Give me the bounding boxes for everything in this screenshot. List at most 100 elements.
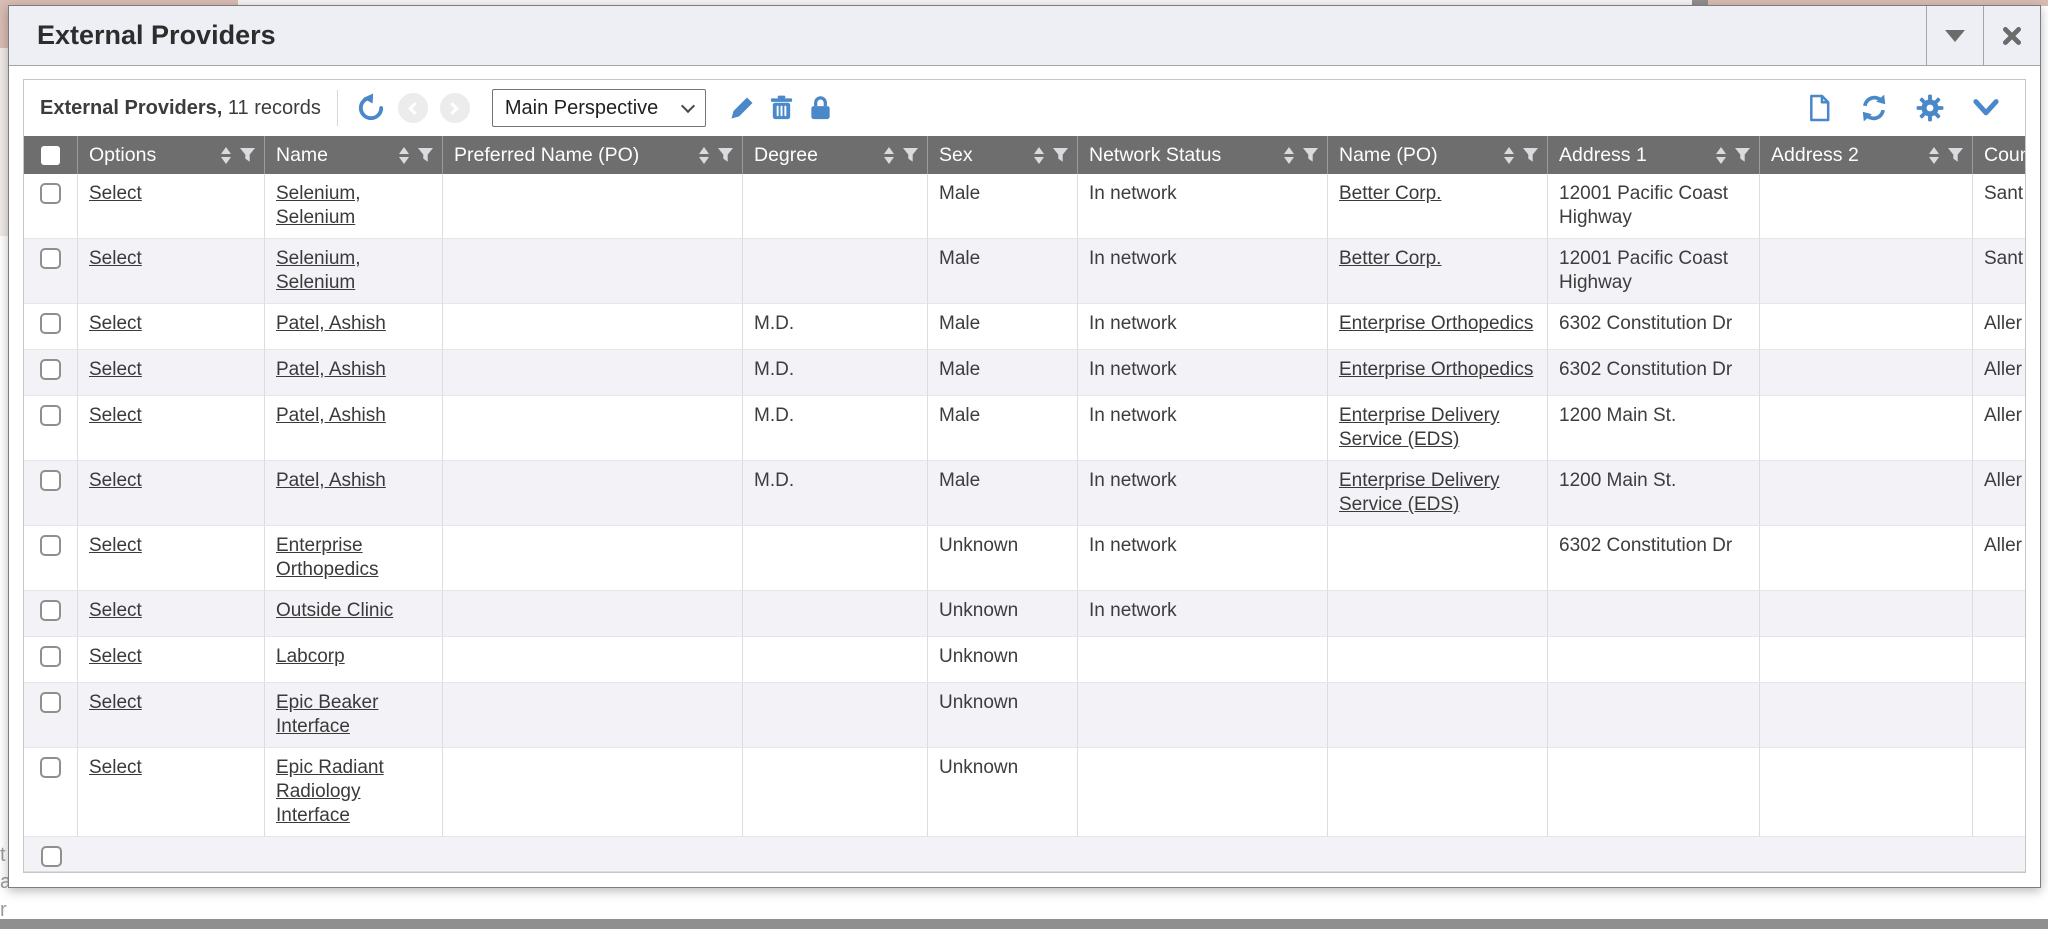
name-link[interactable]: Selenium, Selenium [276,183,361,228]
options-link[interactable]: Select [89,359,142,380]
name-link[interactable]: Outside Clinic [276,600,393,621]
row-checkbox[interactable] [40,470,61,491]
options-link[interactable]: Select [89,470,142,491]
dialog-body: External Providers, 11 records Main Pe [9,66,2040,888]
row-checkbox[interactable] [40,600,61,621]
delete-icon[interactable] [768,94,795,122]
sort-icon[interactable] [1034,147,1044,164]
filter-icon[interactable] [1734,147,1751,163]
filter-icon[interactable] [239,147,256,163]
col-header-address_2[interactable]: Address 2 [1760,136,1973,174]
cell-network_status [1078,683,1328,748]
expand-chevron-icon[interactable] [1971,95,2001,121]
options-link[interactable]: Select [89,535,142,556]
refresh-icon[interactable] [1859,93,1889,123]
name-link[interactable]: Labcorp [276,646,345,667]
cell-name_po [1328,591,1548,637]
name_po-link[interactable]: Enterprise Delivery Service (EDS) [1339,405,1500,450]
cell-network_status: In network [1078,396,1328,461]
col-header-name_po[interactable]: Name (PO) [1328,136,1548,174]
name_po-link[interactable]: Better Corp. [1339,248,1441,269]
filter-icon[interactable] [417,147,434,163]
cell-address_1: 6302 Constitution Dr [1548,350,1760,396]
settings-gear-icon[interactable] [1915,93,1945,123]
name_po-link[interactable]: Enterprise Orthopedics [1339,313,1533,334]
collapse-button[interactable] [1926,6,1983,65]
cell-county: Aller [1973,350,2025,396]
sort-icon[interactable] [699,147,709,164]
footer-row-checkbox[interactable] [41,846,62,867]
filter-icon[interactable] [902,147,919,163]
options-link[interactable]: Select [89,183,142,204]
cell-degree [743,591,928,637]
col-header-address_1[interactable]: Address 1 [1548,136,1760,174]
sort-icon[interactable] [1504,147,1514,164]
horizontal-scrollbar[interactable] [24,871,2025,873]
options-link[interactable]: Select [89,405,142,426]
cell-address_1: 6302 Constitution Dr [1548,304,1760,350]
name-link[interactable]: Epic Radiant Radiology Interface [276,757,384,826]
row-checkbox[interactable] [40,535,61,556]
sort-icon[interactable] [221,147,231,164]
edit-icon[interactable] [728,94,756,122]
options-link[interactable]: Select [89,600,142,621]
cell-degree: M.D. [743,304,928,350]
cell-name_po: Enterprise Delivery Service (EDS) [1328,396,1548,461]
record-count: 11 records [228,97,321,119]
new-record-icon[interactable] [1806,93,1833,123]
row-checkbox[interactable] [40,405,61,426]
sort-icon[interactable] [1929,147,1939,164]
sort-icon[interactable] [884,147,894,164]
name-link[interactable]: Epic Beaker Interface [276,692,378,737]
col-header-degree[interactable]: Degree [743,136,928,174]
col-header-options[interactable]: Options [78,136,265,174]
col-header-network_status[interactable]: Network Status [1078,136,1328,174]
col-header-county[interactable]: Coun [1973,136,2025,174]
background-text-fragment: t [0,845,8,865]
name-link[interactable]: Enterprise Orthopedics [276,535,378,580]
options-link[interactable]: Select [89,248,142,269]
cell-options: Select [78,637,265,683]
options-link[interactable]: Select [89,757,142,778]
cell-sex: Male [928,239,1078,304]
options-link[interactable]: Select [89,313,142,334]
sort-icon[interactable] [399,147,409,164]
name-link[interactable]: Selenium, Selenium [276,248,361,293]
cell-address_1: 1200 Main St. [1548,396,1760,461]
options-link[interactable]: Select [89,692,142,713]
row-checkbox[interactable] [40,183,61,204]
col-header-sex[interactable]: Sex [928,136,1078,174]
name-link[interactable]: Patel, Ashish [276,359,386,380]
cell-select [24,174,78,239]
select-all-checkbox[interactable] [41,146,60,165]
row-checkbox[interactable] [40,646,61,667]
row-checkbox[interactable] [40,359,61,380]
sort-icon[interactable] [1284,147,1294,164]
row-checkbox[interactable] [40,248,61,269]
name-link[interactable]: Patel, Ashish [276,405,386,426]
col-header-name[interactable]: Name [265,136,443,174]
col-header-preferred_name_po[interactable]: Preferred Name (PO) [443,136,743,174]
name-link[interactable]: Patel, Ashish [276,313,386,334]
filter-icon[interactable] [1052,147,1069,163]
name_po-link[interactable]: Enterprise Orthopedics [1339,359,1533,380]
filter-icon[interactable] [1947,147,1964,163]
sort-icon[interactable] [1716,147,1726,164]
row-checkbox[interactable] [40,757,61,778]
filter-icon[interactable] [717,147,734,163]
filter-icon[interactable] [1522,147,1539,163]
name_po-link[interactable]: Better Corp. [1339,183,1441,204]
close-button[interactable] [1983,6,2040,65]
perspective-select[interactable]: Main Perspective [492,89,706,127]
next-icon[interactable] [440,93,470,123]
row-checkbox[interactable] [40,692,61,713]
row-checkbox[interactable] [40,313,61,334]
previous-icon[interactable] [398,93,428,123]
name-link[interactable]: Patel, Ashish [276,470,386,491]
name_po-link[interactable]: Enterprise Delivery Service (EDS) [1339,470,1500,515]
filter-icon[interactable] [1302,147,1319,163]
lock-icon[interactable] [807,94,834,122]
options-link[interactable]: Select [89,646,142,667]
cell-address_2 [1760,350,1973,396]
undo-icon[interactable] [356,93,386,123]
